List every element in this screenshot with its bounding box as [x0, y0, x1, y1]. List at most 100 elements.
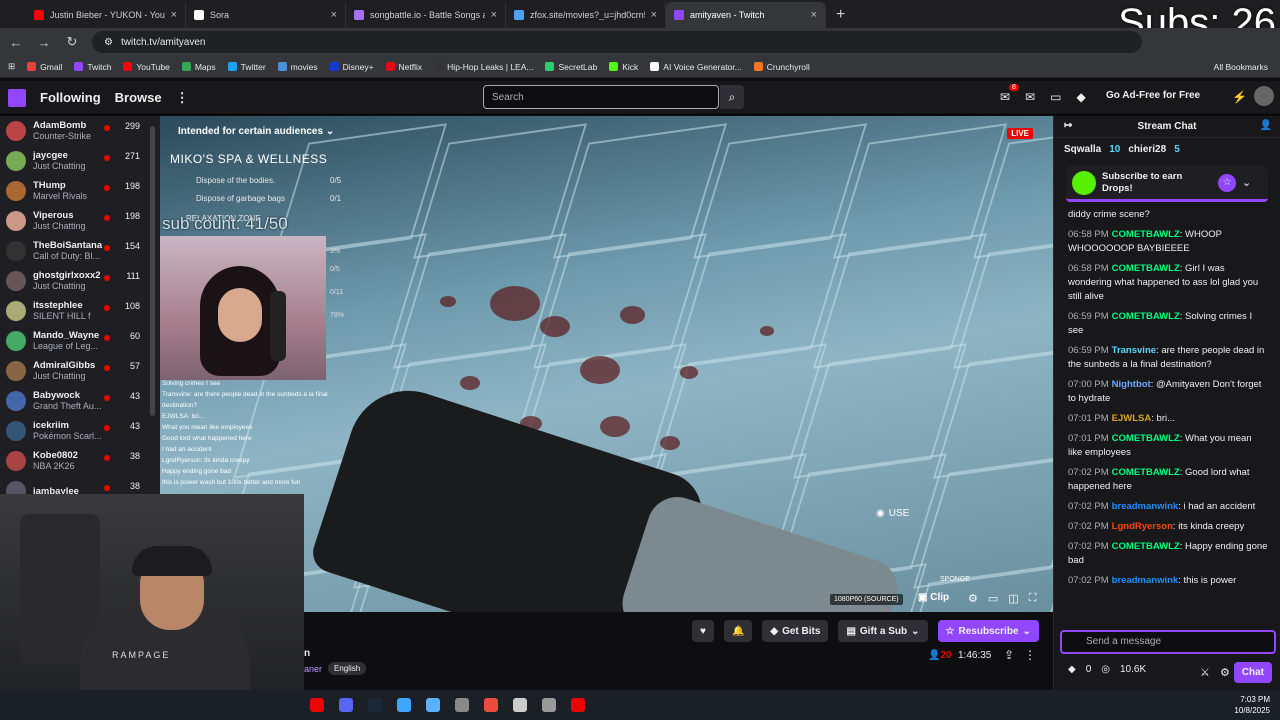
- taskbar-app-icon[interactable]: [513, 698, 527, 712]
- search-icon[interactable]: ⌕: [720, 85, 744, 109]
- bookmark-item[interactable]: AI Voice Generator...: [650, 62, 742, 72]
- sidebar-scrollbar[interactable]: [150, 126, 155, 416]
- chat-settings-icon[interactable]: ⚙: [1220, 666, 1230, 679]
- sidebar-channel[interactable]: itsstephlee SILENT HILL f 108: [0, 296, 160, 326]
- close-tab-icon[interactable]: ×: [171, 9, 177, 21]
- bookmark-item[interactable]: YouTube: [123, 62, 170, 72]
- taskbar-app-icon[interactable]: [339, 698, 353, 712]
- bookmark-item[interactable]: Disney+: [329, 62, 374, 72]
- bookmark-item[interactable]: SecretLab: [545, 62, 597, 72]
- apps-icon[interactable]: ⊞: [8, 61, 15, 72]
- taskbar-app-icon[interactable]: [571, 698, 585, 712]
- more-options-icon[interactable]: ⋮: [1024, 648, 1036, 662]
- ad-free-button[interactable]: Go Ad-Free for Free: [1106, 90, 1200, 101]
- back-icon[interactable]: ←: [8, 35, 24, 50]
- following-link[interactable]: Following: [40, 90, 101, 105]
- language-tag[interactable]: English: [328, 662, 367, 675]
- sidebar-channel[interactable]: AdamBomb Counter-Strike 299: [0, 116, 160, 146]
- theatre-mode-icon[interactable]: ▭: [988, 592, 998, 605]
- taskbar-app-icon[interactable]: [426, 698, 440, 712]
- sidebar-channel[interactable]: THump Marvel Rivals 198: [0, 176, 160, 206]
- sidebar-channel[interactable]: Kobe0802 NBA 2K26 38: [0, 446, 160, 476]
- bookmark-item[interactable]: Maps: [181, 62, 216, 72]
- browser-tab[interactable]: amityaven - Twitch ×: [666, 2, 826, 28]
- bookmark-item[interactable]: Twitch: [74, 62, 111, 72]
- bookmark-item[interactable]: movies: [277, 62, 318, 72]
- site-info-icon[interactable]: ⚙: [104, 37, 113, 48]
- sidebar-toggle-icon[interactable]: ◫: [1008, 592, 1018, 605]
- settings-icon[interactable]: ⚙: [968, 592, 978, 605]
- close-tab-icon[interactable]: ×: [811, 9, 817, 21]
- avatar[interactable]: [1254, 86, 1274, 106]
- message-username[interactable]: Transvine: [1112, 345, 1156, 356]
- message-username[interactable]: COMETBAWLZ: [1112, 311, 1180, 322]
- gift-sub-button[interactable]: ▤ Gift a Sub ⌄: [838, 620, 928, 642]
- chat-send-button[interactable]: Chat: [1233, 662, 1272, 683]
- message-username[interactable]: Nightbot: [1112, 379, 1151, 390]
- audience-warning[interactable]: Intended for certain audiences ⌄: [178, 126, 334, 137]
- forward-icon[interactable]: →: [36, 35, 52, 50]
- taskbar-app-icon[interactable]: [484, 698, 498, 712]
- mod-icon[interactable]: ⚔: [1200, 666, 1210, 679]
- taskbar-app-icon[interactable]: [310, 698, 324, 712]
- browser-tab[interactable]: Justin Bieber - YUKON - YouTube ×: [26, 2, 186, 28]
- sidebar-channel[interactable]: icekriim Pokémon Scarl... 43: [0, 416, 160, 446]
- send-message-input[interactable]: Send a message: [1060, 630, 1276, 654]
- notification-bell-button[interactable]: 🔔: [723, 620, 753, 642]
- browse-link[interactable]: Browse: [115, 90, 162, 105]
- browser-tab[interactable]: Sora ×: [186, 2, 346, 28]
- tag-link[interactable]: aner: [304, 664, 322, 674]
- fullscreen-icon[interactable]: ⛶: [1029, 592, 1037, 605]
- bookmark-item[interactable]: Twitter: [227, 62, 266, 72]
- bookmark-item[interactable]: Netflix: [385, 62, 422, 72]
- more-menu-icon[interactable]: ⋮: [176, 90, 189, 106]
- community-icon[interactable]: 👤: [1260, 120, 1272, 131]
- sidebar-channel[interactable]: jaycgee Just Chatting 271: [0, 146, 160, 176]
- get-bits-button[interactable]: ◆ Get Bits: [762, 620, 829, 642]
- message-username[interactable]: breadmanwink: [1112, 575, 1179, 586]
- message-username[interactable]: COMETBAWLZ: [1112, 467, 1180, 478]
- whispers-icon[interactable]: ✉: [1025, 90, 1035, 104]
- taskbar-app-icon[interactable]: [368, 698, 382, 712]
- message-username[interactable]: COMETBAWLZ: [1112, 229, 1180, 240]
- bookmark-item[interactable]: Hip-Hop Leaks | LEA...: [434, 62, 533, 72]
- message-username[interactable]: LgndRyerson: [1112, 521, 1173, 532]
- notifications-icon[interactable]: ✉: [1000, 90, 1010, 104]
- sidebar-channel[interactable]: ghostgirlxoxx2 Just Chatting 111: [0, 266, 160, 296]
- taskbar-app-icon[interactable]: [455, 698, 469, 712]
- sidebar-channel[interactable]: Viperous Just Chatting 198: [0, 206, 160, 236]
- reload-icon[interactable]: ↻: [64, 34, 80, 50]
- sidebar-channel[interactable]: AdmiralGibbs Just Chatting 57: [0, 356, 160, 386]
- search-input[interactable]: Search: [483, 85, 719, 109]
- clip-button[interactable]: ▣ Clip: [918, 592, 949, 603]
- follow-heart-button[interactable]: ♥: [692, 620, 714, 642]
- gifter-1[interactable]: Sqwalla: [1064, 144, 1101, 155]
- message-username[interactable]: EJWLSA: [1112, 413, 1152, 424]
- bits-icon[interactable]: ◆: [1068, 664, 1076, 675]
- bookmark-item[interactable]: Gmail: [27, 62, 62, 72]
- url-field[interactable]: ⚙ twitch.tv/amityaven: [92, 31, 1142, 53]
- close-tab-icon[interactable]: ×: [651, 9, 657, 21]
- drops-banner[interactable]: Subscribe to earn Drops! ☆ ⌄: [1066, 166, 1268, 202]
- bits-icon[interactable]: ⚡: [1232, 90, 1247, 104]
- message-username[interactable]: COMETBAWLZ: [1112, 433, 1180, 444]
- sidebar-channel[interactable]: Mando_Wayne League of Leg... 60: [0, 326, 160, 356]
- message-username[interactable]: COMETBAWLZ: [1112, 263, 1180, 274]
- message-username[interactable]: COMETBAWLZ: [1112, 541, 1180, 552]
- bookmark-item[interactable]: Crunchyroll: [753, 62, 810, 72]
- star-icon[interactable]: ☆: [1218, 173, 1236, 192]
- prime-icon[interactable]: ◆: [1076, 90, 1085, 104]
- taskbar-app-icon[interactable]: [397, 698, 411, 712]
- all-bookmarks[interactable]: All Bookmarks: [1214, 62, 1268, 72]
- new-tab-icon[interactable]: +: [826, 2, 855, 28]
- channel-points-icon[interactable]: ◎: [1101, 664, 1110, 675]
- resubscribe-button[interactable]: ☆ Resubscribe ⌄: [937, 620, 1039, 642]
- message-username[interactable]: breadmanwink: [1112, 501, 1179, 512]
- close-tab-icon[interactable]: ×: [331, 9, 337, 21]
- chevron-down-icon[interactable]: ⌄: [1242, 176, 1251, 189]
- sidebar-channel[interactable]: iambaylee 38: [0, 476, 160, 494]
- collapse-chat-icon[interactable]: ↦: [1064, 120, 1072, 131]
- browser-tab[interactable]: songbattle.io - Battle Songs agai ×: [346, 2, 506, 28]
- gifter-2[interactable]: chieri28: [1128, 144, 1166, 155]
- messages-icon[interactable]: ▭: [1050, 90, 1061, 104]
